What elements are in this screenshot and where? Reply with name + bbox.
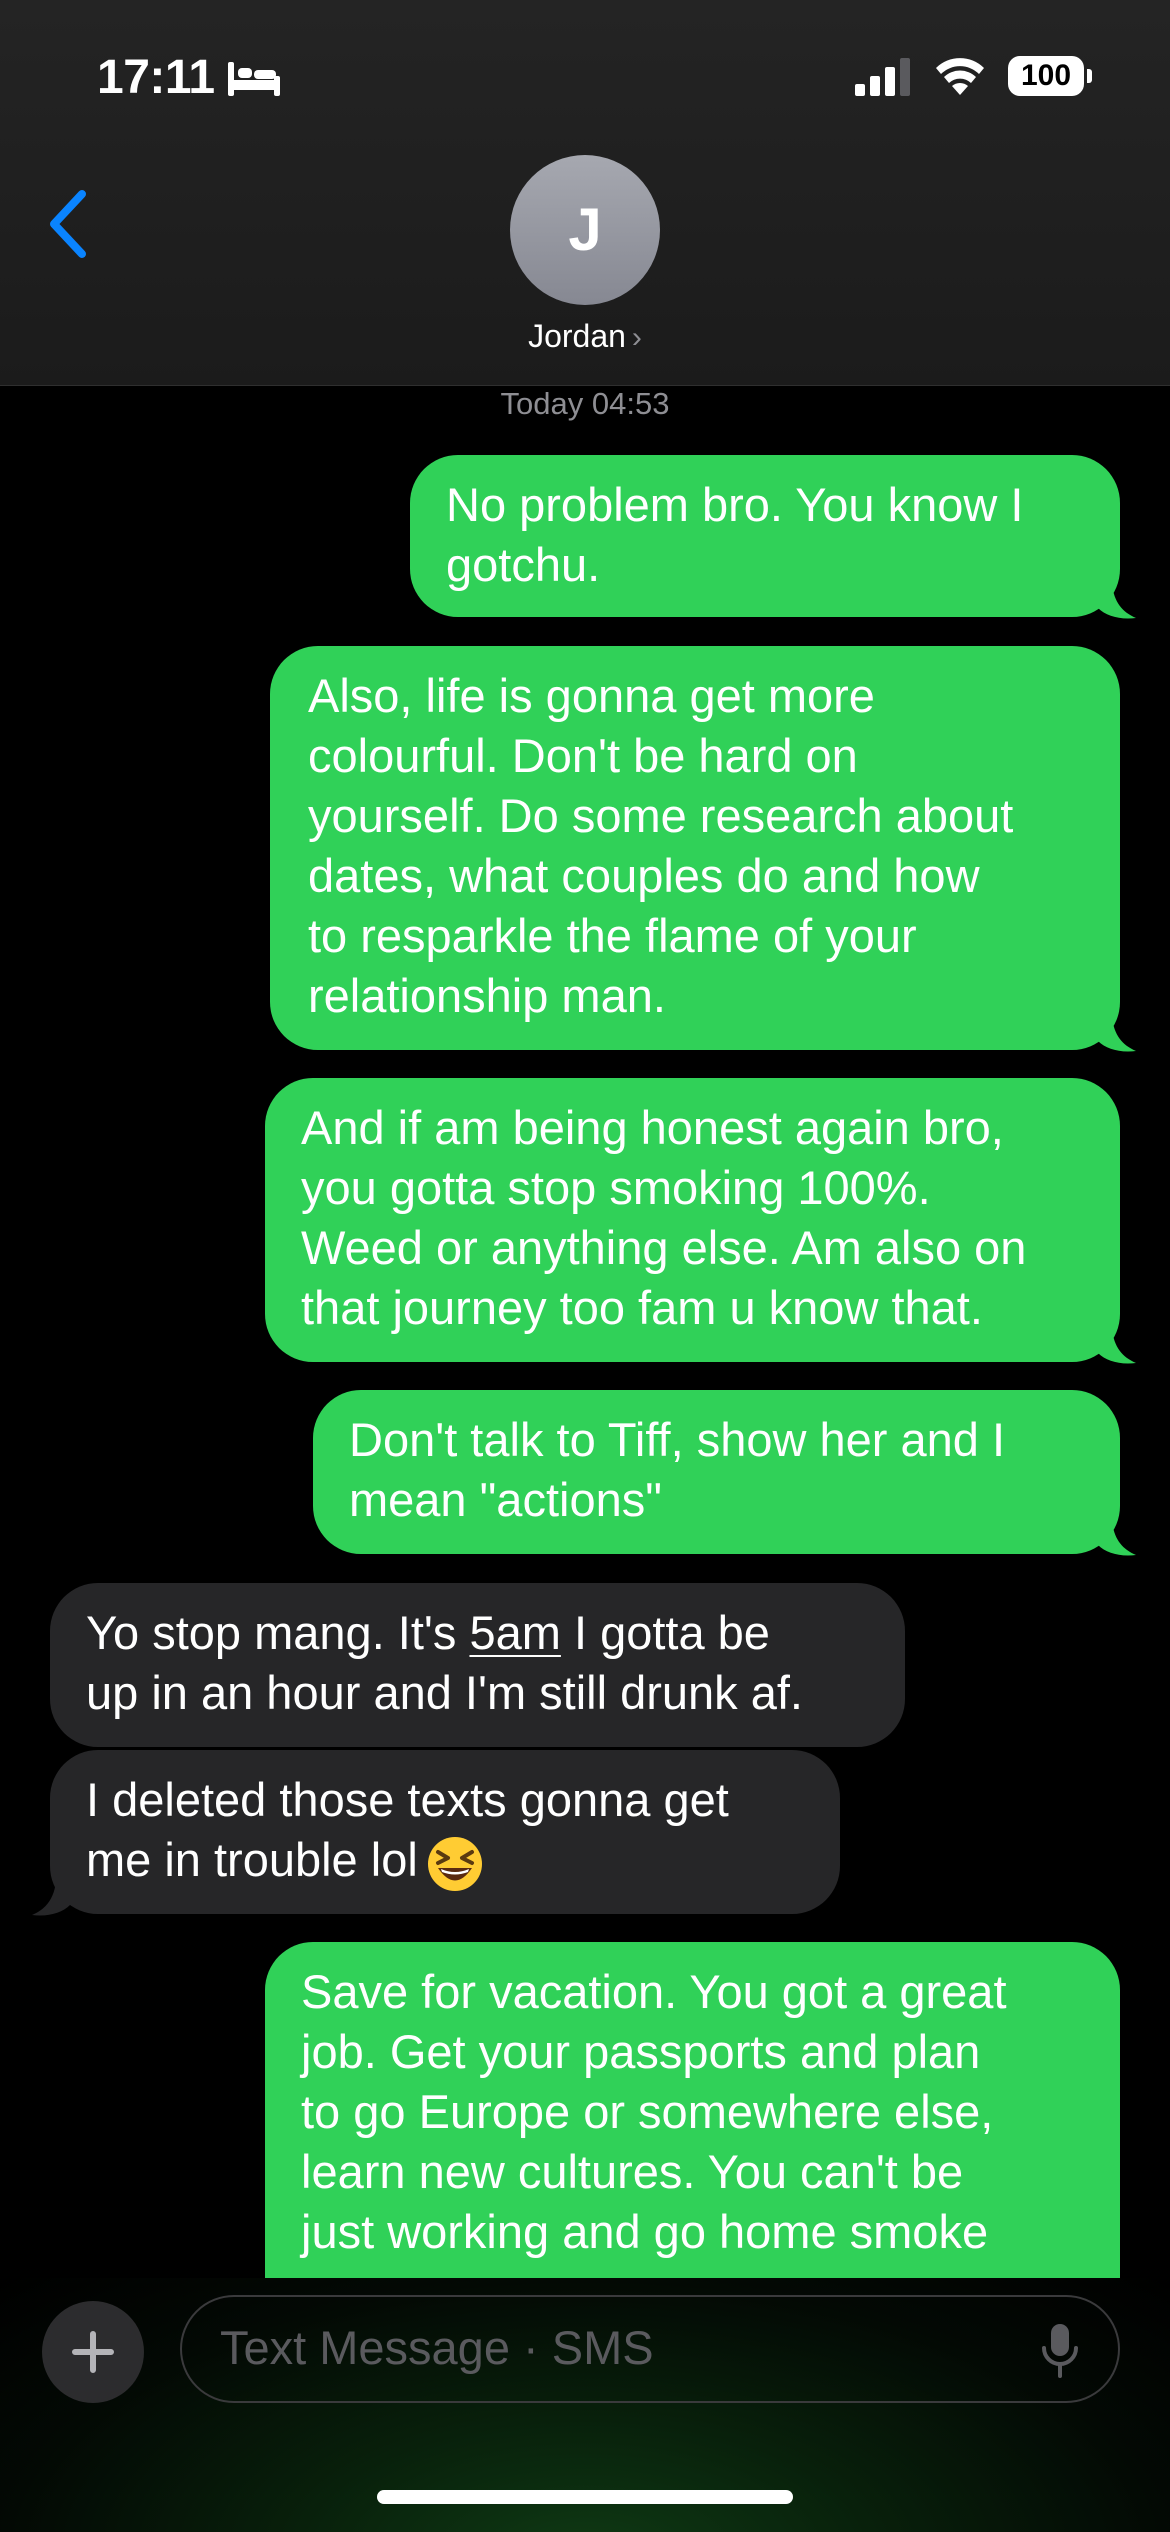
message-line: learn new cultures. You can't be — [301, 2145, 964, 2198]
message-line: Weed or anything else. Am also on — [301, 1221, 1027, 1274]
bubble-tail — [1098, 584, 1136, 619]
message-line: me in trouble lol — [86, 1830, 804, 1893]
incoming-message-bubble[interactable]: Yo stop mang. It's 5am I gotta be up in … — [50, 1583, 905, 1747]
message-line: relationship man. — [308, 969, 666, 1022]
message-line: mean "actions" — [349, 1473, 662, 1526]
message-line: yourself. Do some research about — [308, 789, 1014, 842]
battery-icon: 100 — [1008, 56, 1084, 96]
message-line: I deleted those texts gonna get — [86, 1773, 729, 1826]
message-line: Yo stop mang. It's 5am I gotta be — [86, 1606, 770, 1659]
bed-icon — [228, 62, 280, 96]
outgoing-message-bubble[interactable]: Also, life is gonna get more colourful. … — [270, 646, 1120, 1050]
message-timestamp: Today 04:53 — [500, 386, 670, 421]
message-line: to go Europe or somewhere else, — [301, 2085, 994, 2138]
bubble-tail — [1098, 1017, 1136, 1052]
microphone-icon[interactable] — [1040, 2322, 1080, 2380]
message-line: gotchu. — [446, 538, 601, 591]
message-line: just working and go home smoke — [301, 2205, 989, 2258]
message-line: to resparkle the flame of your — [308, 909, 917, 962]
bubble-tail — [1098, 1521, 1136, 1556]
message-line: dates, what couples do and how — [308, 849, 980, 902]
plus-icon — [72, 2331, 114, 2373]
time-link[interactable]: 5am — [469, 1606, 560, 1659]
home-indicator[interactable] — [377, 2490, 793, 2504]
message-line: that journey too fam u know that. — [301, 1281, 983, 1334]
message-line: Also, life is gonna get more — [308, 669, 875, 722]
chevron-right-icon: › — [631, 321, 642, 354]
chevron-left-icon[interactable] — [44, 188, 92, 260]
message-input-placeholder: Text Message · SMS — [220, 2321, 654, 2374]
outgoing-message-bubble[interactable]: And if am being honest again bro, you go… — [265, 1078, 1120, 1362]
message-line: And if am being honest again bro, — [301, 1101, 1004, 1154]
message-line: No problem bro. You know I — [446, 478, 1024, 531]
message-line: up in an hour and I'm still drunk af. — [86, 1666, 803, 1719]
avatar[interactable]: J — [510, 155, 660, 305]
contact-name-button[interactable]: Jordan › — [0, 318, 1170, 355]
grinning-squinting-face-emoji — [427, 1836, 482, 1891]
wifi-icon — [936, 58, 984, 95]
message-line: job. Get your passports and plan — [301, 2025, 981, 2078]
message-line: colourful. Don't be hard on — [308, 729, 858, 782]
plus-button[interactable] — [42, 2301, 144, 2403]
bubble-tail — [32, 1881, 70, 1916]
signal-icon — [855, 58, 910, 96]
battery-cap — [1087, 69, 1092, 83]
incoming-message-bubble[interactable]: I deleted those texts gonna get me in tr… — [50, 1750, 840, 1914]
outgoing-message-bubble[interactable]: Don't talk to Tiff, show her and I mean … — [313, 1390, 1120, 1554]
message-line: you gotta stop smoking 100%. — [301, 1161, 931, 1214]
message-line: Save for vacation. You got a great — [301, 1965, 1007, 2018]
contact-name: Jordan — [528, 318, 626, 354]
bubble-tail — [1098, 1329, 1136, 1364]
status-time: 17:11 — [97, 51, 215, 104]
outgoing-message-bubble[interactable]: No problem bro. You know I gotchu. — [410, 455, 1120, 617]
message-line: Don't talk to Tiff, show her and I — [349, 1413, 1006, 1466]
